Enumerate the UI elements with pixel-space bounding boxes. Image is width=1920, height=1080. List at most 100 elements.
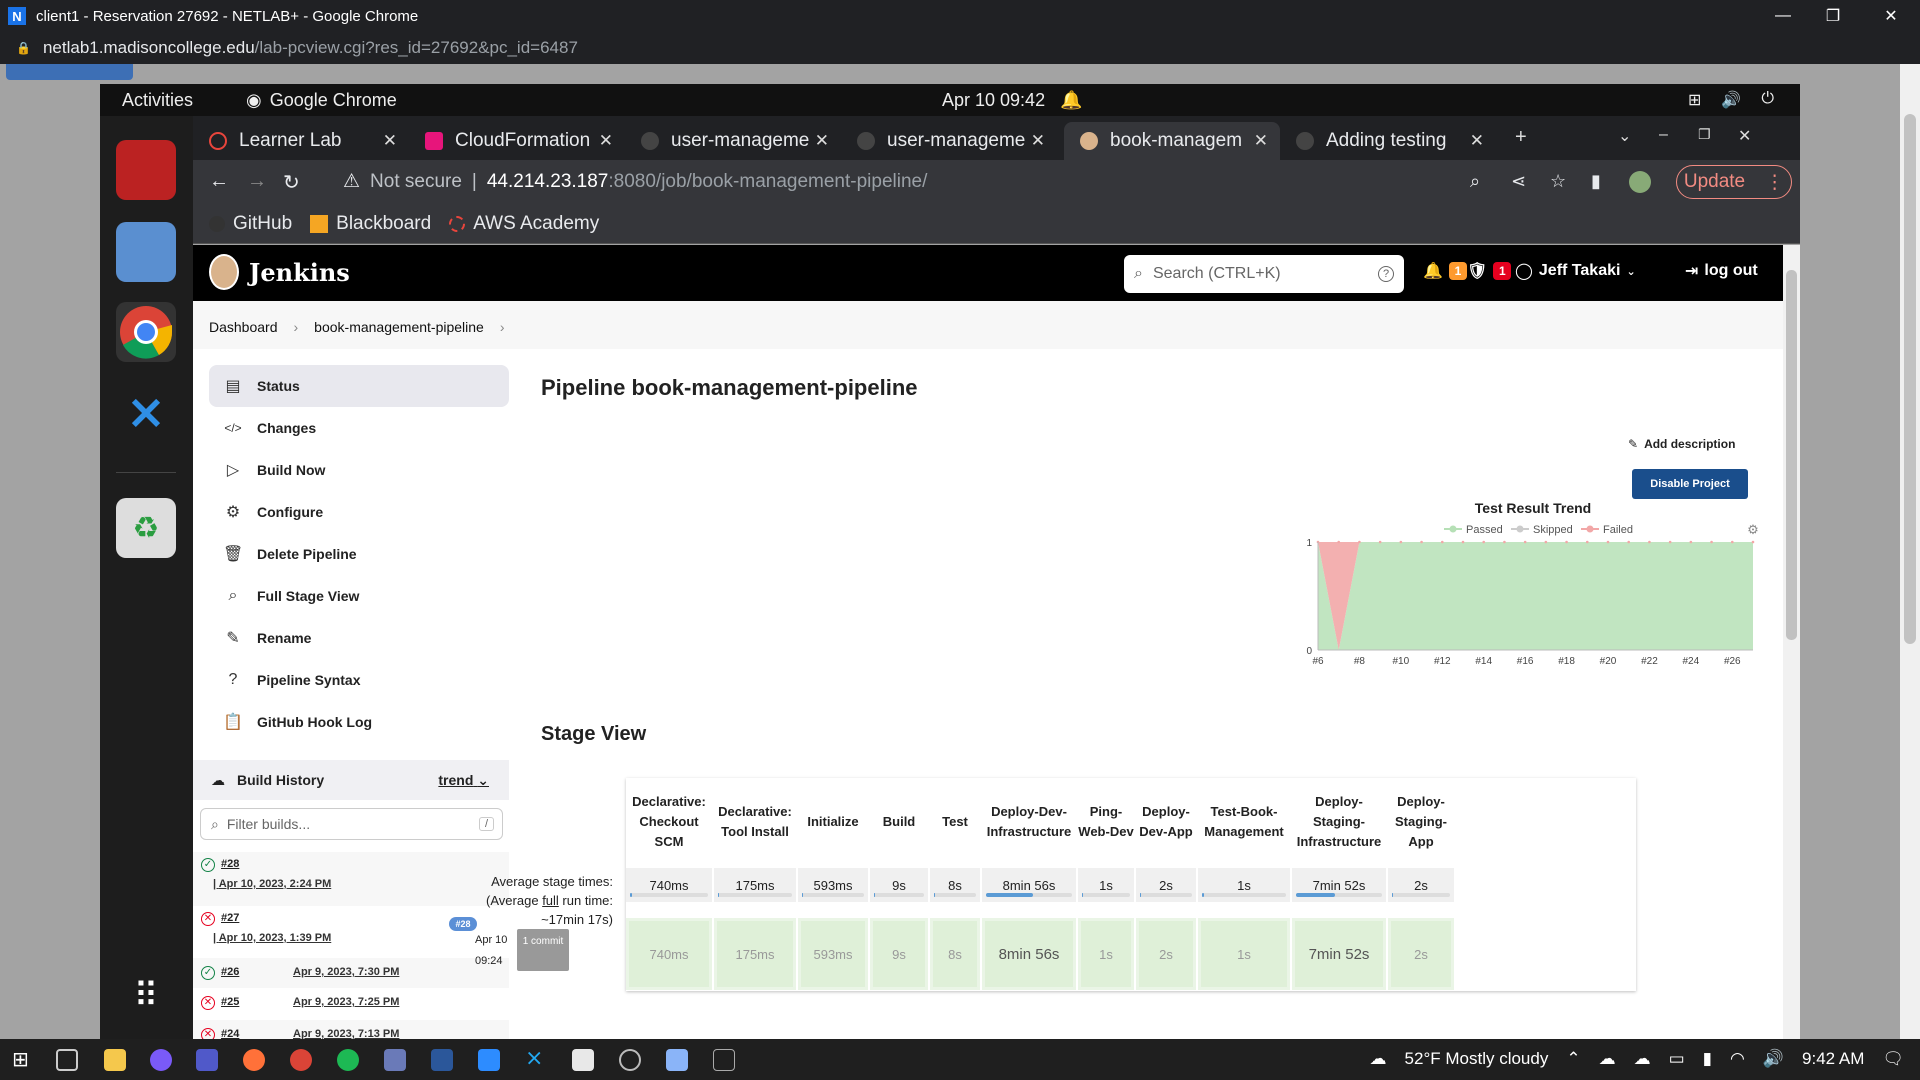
tab-close-icon[interactable]: ✕ [1031, 131, 1045, 151]
build-date[interactable]: Apr 9, 2023, 7:13 PM [293, 1028, 399, 1039]
commit-badge[interactable]: 1 commit [517, 929, 569, 971]
build-number[interactable]: #25 [221, 996, 239, 1008]
tab-close-icon[interactable]: ✕ [599, 131, 613, 151]
bookmark-github[interactable]: GitHub [209, 213, 292, 235]
network-tool-icon[interactable] [384, 1049, 406, 1071]
remote-viewer-scrollbar[interactable] [1900, 64, 1920, 1039]
filter-builds-input[interactable]: ⌕ Filter builds... / [200, 808, 503, 840]
build-number[interactable]: #27 [221, 912, 239, 924]
tab-close-icon[interactable]: ✕ [815, 131, 829, 151]
cloud-sync-icon[interactable]: ☁ [1634, 1049, 1651, 1069]
build-row[interactable]: ✕ #24 Apr 9, 2023, 7:13 PM [193, 1020, 509, 1039]
remote-app-icon[interactable] [116, 140, 176, 200]
tab-close-icon[interactable]: ✕ [383, 131, 397, 151]
search-input[interactable]: ⌕ Search (CTRL+K) ? [1124, 255, 1404, 293]
tab-book-management[interactable]: book-managem ✕ [1064, 122, 1280, 160]
user-menu[interactable]: ◯ Jeff Takaki ⌄ [1515, 261, 1636, 281]
zoom-icon[interactable] [478, 1049, 500, 1071]
stage-cell[interactable]: 740ms [626, 918, 712, 990]
wifi-icon[interactable]: ◠ [1730, 1049, 1745, 1069]
file-explorer-icon[interactable] [104, 1049, 126, 1071]
chrome-taskbar-icon[interactable] [290, 1049, 312, 1071]
trash-icon[interactable]: ♻ [116, 498, 176, 558]
stage-cell[interactable]: 1s [1078, 918, 1134, 990]
gnome-clock[interactable]: Apr 10 09:42 🔔 [942, 90, 1083, 111]
tab-cloudformation[interactable]: CloudFormation ✕ [409, 122, 625, 160]
outer-address-bar[interactable]: 🔒 netlab1.madisoncollege.edu/lab-pcview.… [0, 32, 1920, 64]
files-icon[interactable] [116, 222, 176, 282]
back-icon[interactable]: ← [209, 170, 229, 193]
notifications-icon[interactable]: 🗨 [1882, 1049, 1904, 1069]
update-button[interactable]: Update ⋮ [1676, 165, 1792, 199]
build-number[interactable]: #24 [221, 1028, 239, 1039]
sidebar-item-pipeline-syntax[interactable]: ? Pipeline Syntax [209, 659, 509, 701]
tab-close-icon[interactable]: ✕ [1470, 131, 1484, 151]
weather-text[interactable]: 52°F Mostly cloudy [1405, 1049, 1549, 1069]
new-tab-icon[interactable]: + [1515, 126, 1527, 149]
help-icon[interactable]: ? [1378, 266, 1394, 282]
chrome-close-icon[interactable]: ✕ [1738, 126, 1751, 146]
remote-client-tab[interactable] [6, 64, 133, 80]
forward-icon[interactable]: → [247, 170, 267, 193]
remote-viewer-scrollbar-thumb[interactable] [1904, 114, 1916, 644]
security-button[interactable]: 🛡 1 [1467, 261, 1512, 281]
teams-icon[interactable] [196, 1049, 218, 1071]
breadcrumb-dashboard[interactable]: Dashboard [209, 319, 278, 335]
spotify-icon[interactable] [337, 1049, 359, 1071]
firefox-icon[interactable] [243, 1049, 265, 1071]
bookmark-aws-academy[interactable]: AWS Academy [449, 213, 599, 235]
stage-cell[interactable]: 175ms [714, 918, 796, 990]
word-icon[interactable] [431, 1049, 453, 1071]
bookmark-blackboard[interactable]: Blackboard [310, 213, 431, 235]
build-number[interactable]: #26 [221, 966, 239, 978]
chevron-up-icon[interactable]: ⌃ [1566, 1049, 1580, 1069]
tab-adding-testing[interactable]: Adding testing ✕ [1280, 122, 1496, 160]
stage-cell[interactable]: 8s [930, 918, 980, 990]
app-icon[interactable] [666, 1049, 688, 1071]
stage-cell[interactable]: 2s [1136, 918, 1196, 990]
logout-link[interactable]: ⇥ log out [1685, 261, 1758, 281]
breadcrumb-pipeline[interactable]: book-management-pipeline [314, 319, 484, 335]
full-run-link[interactable]: full [542, 893, 559, 908]
sidebar-item-build-now[interactable]: ▷ Build Now [209, 449, 509, 491]
chrome-restore-icon[interactable]: ❐ [1698, 126, 1711, 143]
add-description-link[interactable]: ✎ Add description [1628, 437, 1735, 451]
reload-icon[interactable]: ↻ [283, 170, 300, 195]
run-badge[interactable]: #28 [449, 917, 477, 931]
disable-project-button[interactable]: Disable Project [1632, 469, 1748, 499]
onedrive-icon[interactable]: ☁ [1599, 1049, 1616, 1069]
volume-icon[interactable]: 🔊 [1763, 1049, 1784, 1069]
sidebar-item-rename[interactable]: ✎ Rename [209, 617, 509, 659]
run-info[interactable]: #28 Apr 10 09:24 1 commit [443, 917, 625, 979]
stage-cell[interactable]: 9s [870, 918, 928, 990]
minimize-button[interactable]: — [1760, 0, 1806, 32]
build-date[interactable]: Apr 9, 2023, 7:30 PM [293, 966, 399, 978]
task-view-icon[interactable] [56, 1049, 78, 1071]
tab-user-management-2[interactable]: user-manageme ✕ [841, 122, 1057, 160]
battery-icon[interactable]: ▮ [1703, 1049, 1712, 1069]
gnome-status-area[interactable]: ⊞ 🔊 ⏻ [1688, 90, 1774, 110]
app-grid-icon[interactable]: ⠿ [116, 966, 176, 1026]
vscode-icon[interactable]: ⨯ [116, 382, 176, 442]
tab-close-icon[interactable]: ✕ [1254, 131, 1268, 151]
close-button[interactable]: ✕ [1868, 0, 1914, 32]
page-scrollbar-thumb[interactable] [1786, 270, 1797, 640]
gnome-app-menu[interactable]: ◉ Google Chrome [246, 90, 397, 111]
sidebar-item-delete-pipeline[interactable]: 🗑 Delete Pipeline [209, 533, 509, 575]
chrome-icon[interactable] [116, 302, 176, 362]
build-date[interactable]: | Apr 10, 2023, 2:24 PM [213, 878, 331, 890]
share-icon[interactable]: ⋖ [1511, 171, 1526, 192]
trend-link[interactable]: trend ⌄ [438, 772, 489, 789]
side-panel-icon[interactable]: ▮ [1591, 171, 1601, 192]
app-icon[interactable] [150, 1049, 172, 1071]
tab-search-icon[interactable]: ⌄ [1618, 126, 1631, 146]
jenkins-home-link[interactable]: Jenkins [209, 254, 350, 290]
restore-button[interactable]: ❐ [1810, 0, 1856, 32]
build-date[interactable]: Apr 9, 2023, 7:25 PM [293, 996, 399, 1008]
notifications-button[interactable]: 🔔 1 [1423, 261, 1467, 281]
stage-cell[interactable]: 1s [1198, 918, 1290, 990]
notepad-icon[interactable] [572, 1049, 594, 1071]
activities-button[interactable]: Activities [122, 90, 193, 111]
build-date[interactable]: | Apr 10, 2023, 1:39 PM [213, 932, 331, 944]
sidebar-item-github-hook-log[interactable]: 📋 GitHub Hook Log [209, 701, 509, 743]
